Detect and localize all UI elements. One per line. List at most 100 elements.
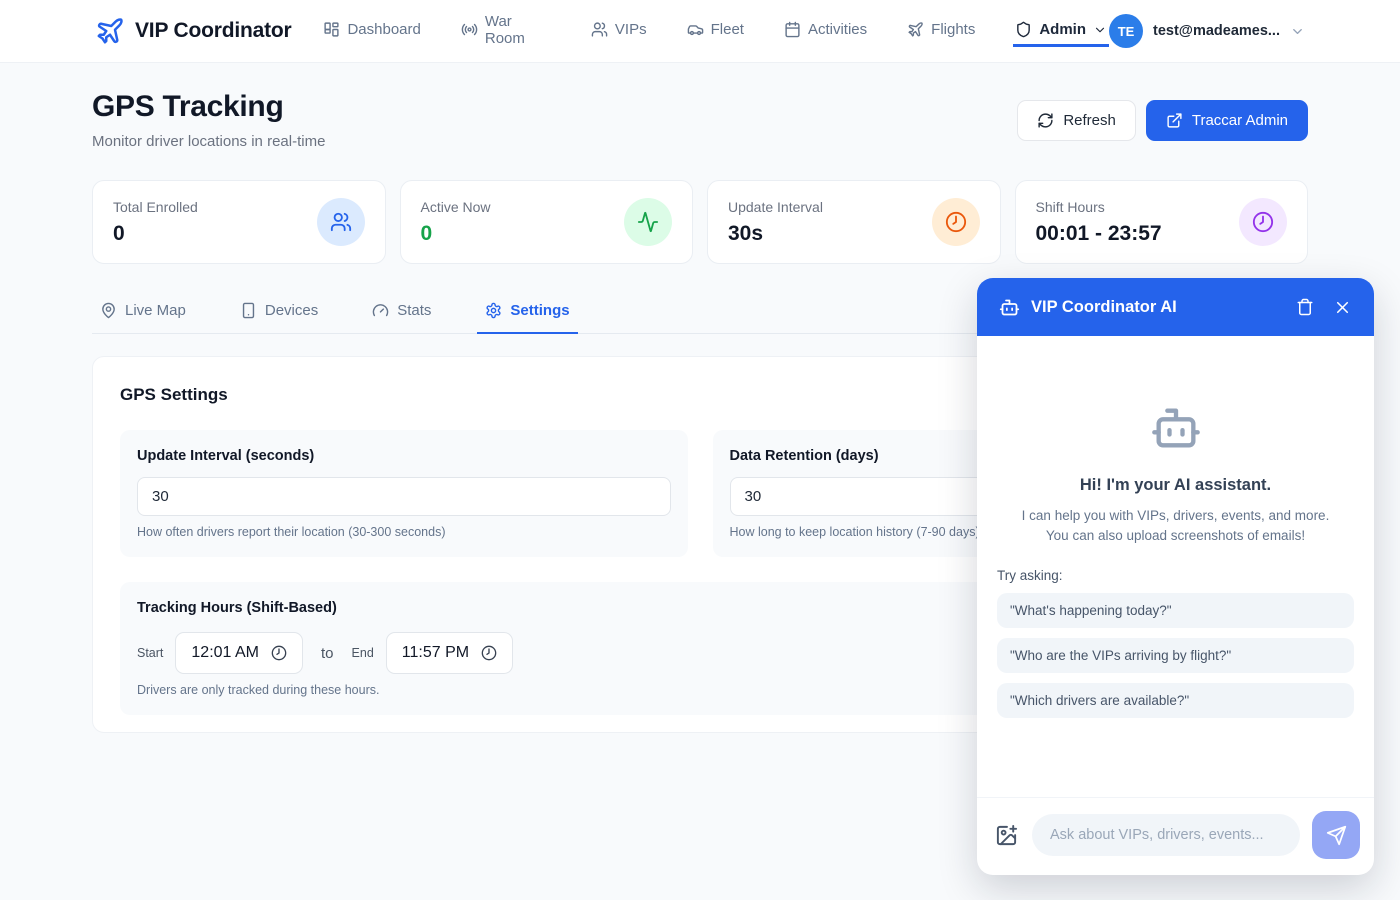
stat-card-shift-hours: Shift Hours 00:01 - 23:57: [1015, 180, 1309, 264]
brand[interactable]: VIP Coordinator: [95, 16, 291, 46]
try-asking-label: Try asking:: [997, 568, 1354, 583]
stat-cards: Total Enrolled 0 Active Now 0 Update Int…: [92, 180, 1308, 264]
stat-value: 00:01 - 23:57: [1036, 222, 1162, 246]
stat-card-update-interval: Update Interval 30s: [707, 180, 1001, 264]
car-icon: [687, 21, 704, 38]
send-icon: [1326, 825, 1347, 846]
trash-icon: [1296, 298, 1314, 316]
radio-icon: [461, 21, 478, 38]
plane-logo-icon: [95, 16, 125, 46]
update-interval-panel: Update Interval (seconds) How often driv…: [120, 430, 688, 557]
image-plus-icon: [995, 824, 1018, 847]
bot-icon: [1150, 402, 1202, 454]
chat-header: VIP Coordinator AI: [977, 278, 1374, 336]
stat-label: Total Enrolled: [113, 199, 198, 215]
nav-label: War Room: [485, 13, 551, 47]
tab-label: Live Map: [125, 302, 186, 319]
upload-image-button[interactable]: [993, 822, 1020, 849]
gear-icon: [485, 302, 502, 319]
stat-value: 30s: [728, 222, 823, 246]
stat-value: 0: [421, 222, 491, 246]
clear-chat-button[interactable]: [1292, 294, 1318, 320]
page-header: GPS Tracking Monitor driver locations in…: [92, 90, 1308, 150]
chat-footer: [977, 797, 1374, 875]
stat-card-active-now: Active Now 0: [400, 180, 694, 264]
update-interval-help: How often drivers report their location …: [137, 525, 671, 539]
ai-chat-widget: VIP Coordinator AI Hi! I'm your AI assis…: [977, 278, 1374, 875]
nav-label: Flights: [931, 21, 975, 38]
refresh-button[interactable]: Refresh: [1017, 100, 1136, 141]
tab-label: Settings: [510, 302, 569, 319]
clock-icon: [481, 645, 497, 661]
tab-live-map[interactable]: Live Map: [92, 292, 194, 334]
external-link-icon: [1166, 112, 1183, 129]
top-navbar: VIP Coordinator Dashboard War Room VIPs …: [0, 0, 1400, 63]
shield-icon: [1015, 21, 1032, 38]
tab-label: Stats: [397, 302, 431, 319]
suggestion-chip[interactable]: "What's happening today?": [997, 593, 1354, 628]
calendar-icon: [784, 21, 801, 38]
users-icon: [591, 21, 608, 38]
start-time-value: 12:01 AM: [191, 644, 259, 662]
suggestion-chip[interactable]: "Who are the VIPs arriving by flight?": [997, 638, 1354, 673]
map-pin-icon: [100, 302, 117, 319]
stat-value: 0: [113, 222, 198, 246]
send-message-button[interactable]: [1312, 811, 1360, 859]
stat-label: Update Interval: [728, 199, 823, 215]
close-icon: [1333, 298, 1352, 317]
chat-title: VIP Coordinator AI: [1031, 298, 1281, 317]
nav-item-admin[interactable]: Admin: [1013, 15, 1109, 47]
close-chat-button[interactable]: [1329, 294, 1356, 321]
chat-greeting: Hi! I'm your AI assistant.: [997, 476, 1354, 495]
update-interval-input[interactable]: [137, 477, 671, 516]
to-joiner: to: [321, 645, 334, 662]
avatar: TE: [1109, 14, 1143, 48]
nav-item-flights[interactable]: Flights: [905, 15, 977, 47]
nav-item-activities[interactable]: Activities: [782, 15, 869, 47]
bot-icon: [999, 297, 1020, 318]
tab-stats[interactable]: Stats: [364, 292, 439, 334]
update-interval-label: Update Interval (seconds): [137, 448, 671, 464]
activity-icon: [624, 198, 672, 246]
nav-label: Activities: [808, 21, 867, 38]
user-menu[interactable]: TE test@madeames...: [1109, 14, 1305, 48]
clock-icon: [932, 198, 980, 246]
chat-description: I can help you with VIPs, drivers, event…: [997, 506, 1354, 545]
tab-settings[interactable]: Settings: [477, 292, 577, 334]
traccar-admin-label: Traccar Admin: [1192, 112, 1288, 129]
nav-label: Fleet: [711, 21, 744, 38]
chevron-down-icon: [1290, 24, 1305, 39]
stat-label: Shift Hours: [1036, 199, 1162, 215]
page-subtitle: Monitor driver locations in real-time: [92, 133, 325, 150]
tab-devices[interactable]: Devices: [232, 292, 326, 334]
end-time-input[interactable]: 11:57 PM: [386, 632, 513, 674]
smartphone-icon: [240, 302, 257, 319]
gauge-icon: [372, 302, 389, 319]
users-icon: [317, 198, 365, 246]
page-title: GPS Tracking: [92, 90, 325, 124]
tab-label: Devices: [265, 302, 318, 319]
clock-icon: [271, 645, 287, 661]
refresh-label: Refresh: [1063, 112, 1116, 129]
nav-label: Admin: [1039, 21, 1086, 38]
traccar-admin-button[interactable]: Traccar Admin: [1146, 100, 1308, 141]
plane-icon: [907, 21, 924, 38]
nav-item-war-room[interactable]: War Room: [459, 7, 553, 56]
clock-icon: [1239, 198, 1287, 246]
suggestion-chip[interactable]: "Which drivers are available?": [997, 683, 1354, 718]
chat-description-line2: You can also upload screenshots of email…: [1046, 528, 1305, 543]
stat-card-total-enrolled: Total Enrolled 0: [92, 180, 386, 264]
main-nav: Dashboard War Room VIPs Fleet Activities…: [321, 7, 1109, 56]
chat-message-input[interactable]: [1032, 814, 1300, 856]
nav-item-dashboard[interactable]: Dashboard: [321, 15, 422, 47]
refresh-icon: [1037, 112, 1054, 129]
user-email: test@madeames...: [1153, 23, 1280, 39]
start-label: Start: [137, 646, 163, 660]
nav-item-vips[interactable]: VIPs: [589, 15, 649, 47]
nav-label: VIPs: [615, 21, 647, 38]
brand-title: VIP Coordinator: [135, 19, 291, 43]
start-time-input[interactable]: 12:01 AM: [175, 632, 303, 674]
nav-item-fleet[interactable]: Fleet: [685, 15, 746, 47]
chevron-down-icon: [1093, 23, 1107, 37]
end-label: End: [352, 646, 374, 660]
